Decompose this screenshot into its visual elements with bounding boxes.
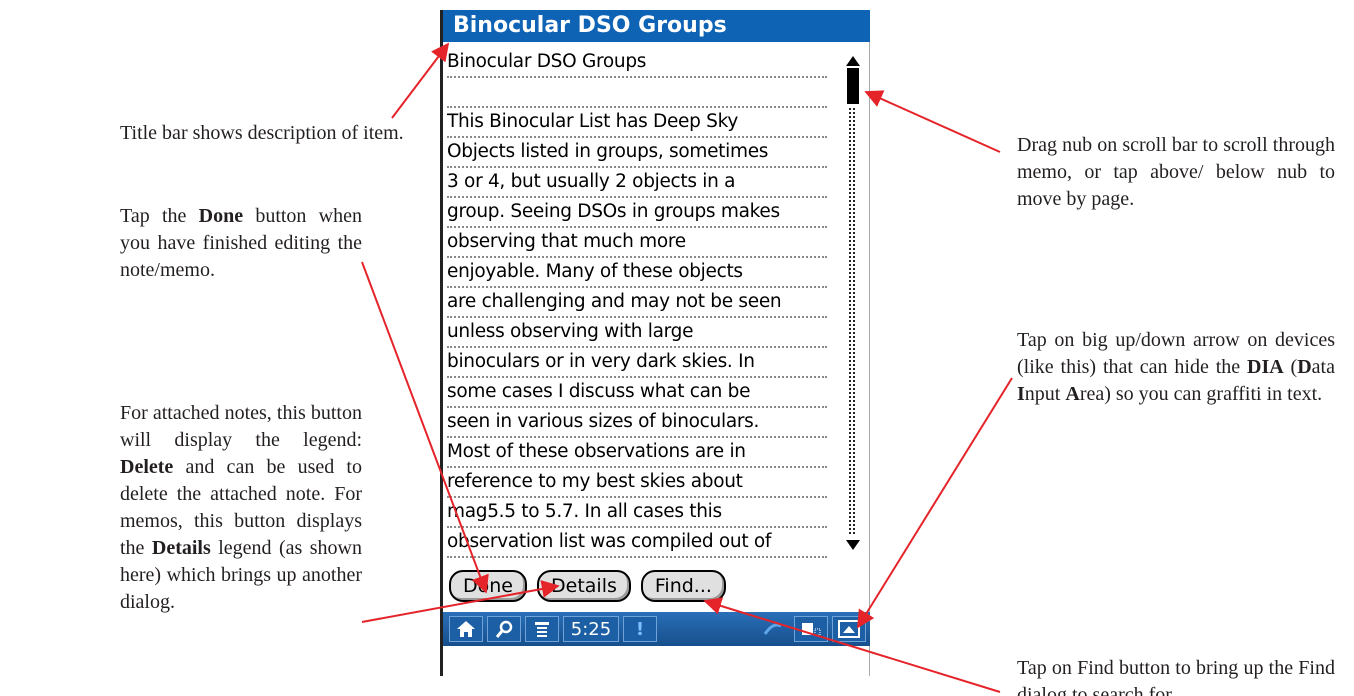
annotation-done-bold: Done xyxy=(198,205,244,227)
annotation-done-text: Tap the xyxy=(120,205,199,227)
annotation-find-text: Tap on Find button to bring up the Find … xyxy=(1017,657,1335,696)
alert-icon[interactable]: ! xyxy=(623,616,657,642)
status-bar: 5:25 ! xyxy=(443,612,870,646)
annotation-details: For attached notes, this button will dis… xyxy=(120,400,362,616)
memo-line[interactable]: 3 or 4, but usually 2 objects in a xyxy=(447,168,827,198)
memo-line[interactable]: This Binocular List has Deep Sky xyxy=(447,108,827,138)
annotation-dia-text-5: rea) so you can graffiti in text. xyxy=(1079,383,1323,405)
scroll-track[interactable] xyxy=(849,106,857,534)
annotation-title-bar: Title bar shows description of item. xyxy=(120,120,420,147)
annotation-dia-a: A xyxy=(1065,383,1080,405)
menu-icon[interactable] xyxy=(525,616,559,642)
memo-line[interactable]: Objects listed in groups, sometimes xyxy=(447,138,827,168)
annotation-scroll-text: Drag nub on scroll bar to scroll through… xyxy=(1017,134,1335,210)
memo-line[interactable]: unless observing with large xyxy=(447,318,827,348)
clock[interactable]: 5:25 xyxy=(563,616,619,642)
memo-line[interactable]: Most of these observations are in xyxy=(447,438,827,468)
memo-line[interactable]: binoculars or in very dark skies. In xyxy=(447,348,827,378)
memo-line[interactable]: are challenging and may not be seen xyxy=(447,288,827,318)
memo-line[interactable]: reference to my best skies about xyxy=(447,468,827,498)
device-screen: Binocular DSO Groups Binocular DSO Group… xyxy=(440,10,870,676)
title-bar[interactable]: Binocular DSO Groups xyxy=(443,10,870,42)
scroll-nub[interactable] xyxy=(847,68,859,104)
annotation-details-bold-1: Delete xyxy=(120,456,174,478)
scroll-down-arrow-icon[interactable] xyxy=(845,538,861,552)
annotation-dia-text-2: ( xyxy=(1283,356,1298,378)
memo-line[interactable]: seen in various sizes of binoculars. xyxy=(447,408,827,438)
find-button[interactable]: Find... xyxy=(640,570,726,602)
details-button[interactable]: Details xyxy=(537,570,631,602)
annotation-dia-d: D xyxy=(1297,356,1312,378)
memo-line[interactable]: observation list was compiled out of xyxy=(447,528,827,558)
leader-scroll xyxy=(864,90,1001,153)
annotation-done: Tap the Done button when you have finish… xyxy=(120,203,362,284)
search-icon[interactable] xyxy=(487,616,521,642)
done-button[interactable]: Done xyxy=(449,570,527,602)
input-area-icon[interactable] xyxy=(794,616,828,642)
annotation-dia-text-4: nput xyxy=(1024,383,1066,405)
scroll-up-arrow-icon[interactable] xyxy=(845,54,861,68)
memo-line[interactable]: mag5.5 to 5.7. In all cases this xyxy=(447,498,827,528)
annotation-details-text-1: For attached notes, this button will dis… xyxy=(120,402,362,451)
memo-line[interactable]: observing that much more xyxy=(447,228,827,258)
annotation-find: Tap on Find button to bring up the Find … xyxy=(1017,655,1335,696)
annotation-dia-i: I xyxy=(1017,383,1025,405)
annotation-dia-text-3: ata xyxy=(1311,356,1335,378)
annotation-details-bold-2: Details xyxy=(151,537,211,559)
button-row: Done Details Find... xyxy=(449,570,726,602)
annotation-scroll: Drag nub on scroll bar to scroll through… xyxy=(1017,132,1335,213)
scroll-bar[interactable] xyxy=(845,54,861,554)
annotation-title-bar-text: Title bar shows description of item. xyxy=(120,122,404,144)
memo-line[interactable]: enjoyable. Many of these objects xyxy=(447,258,827,288)
annotation-dia: Tap on big up/down arrow on devices (lik… xyxy=(1017,327,1335,408)
phone-icon[interactable] xyxy=(756,616,790,642)
home-icon[interactable] xyxy=(449,616,483,642)
memo-line[interactable]: group. Seeing DSOs in groups makes xyxy=(447,198,827,228)
memo-line[interactable] xyxy=(447,78,827,108)
dia-toggle-icon[interactable] xyxy=(832,616,866,642)
leader-dia xyxy=(857,377,1013,629)
memo-text-area[interactable]: Binocular DSO Groups This Binocular List… xyxy=(447,48,827,558)
annotation-dia-bold: DIA xyxy=(1247,356,1284,378)
memo-line[interactable]: Binocular DSO Groups xyxy=(447,48,827,78)
memo-line[interactable]: some cases I discuss what can be xyxy=(447,378,827,408)
